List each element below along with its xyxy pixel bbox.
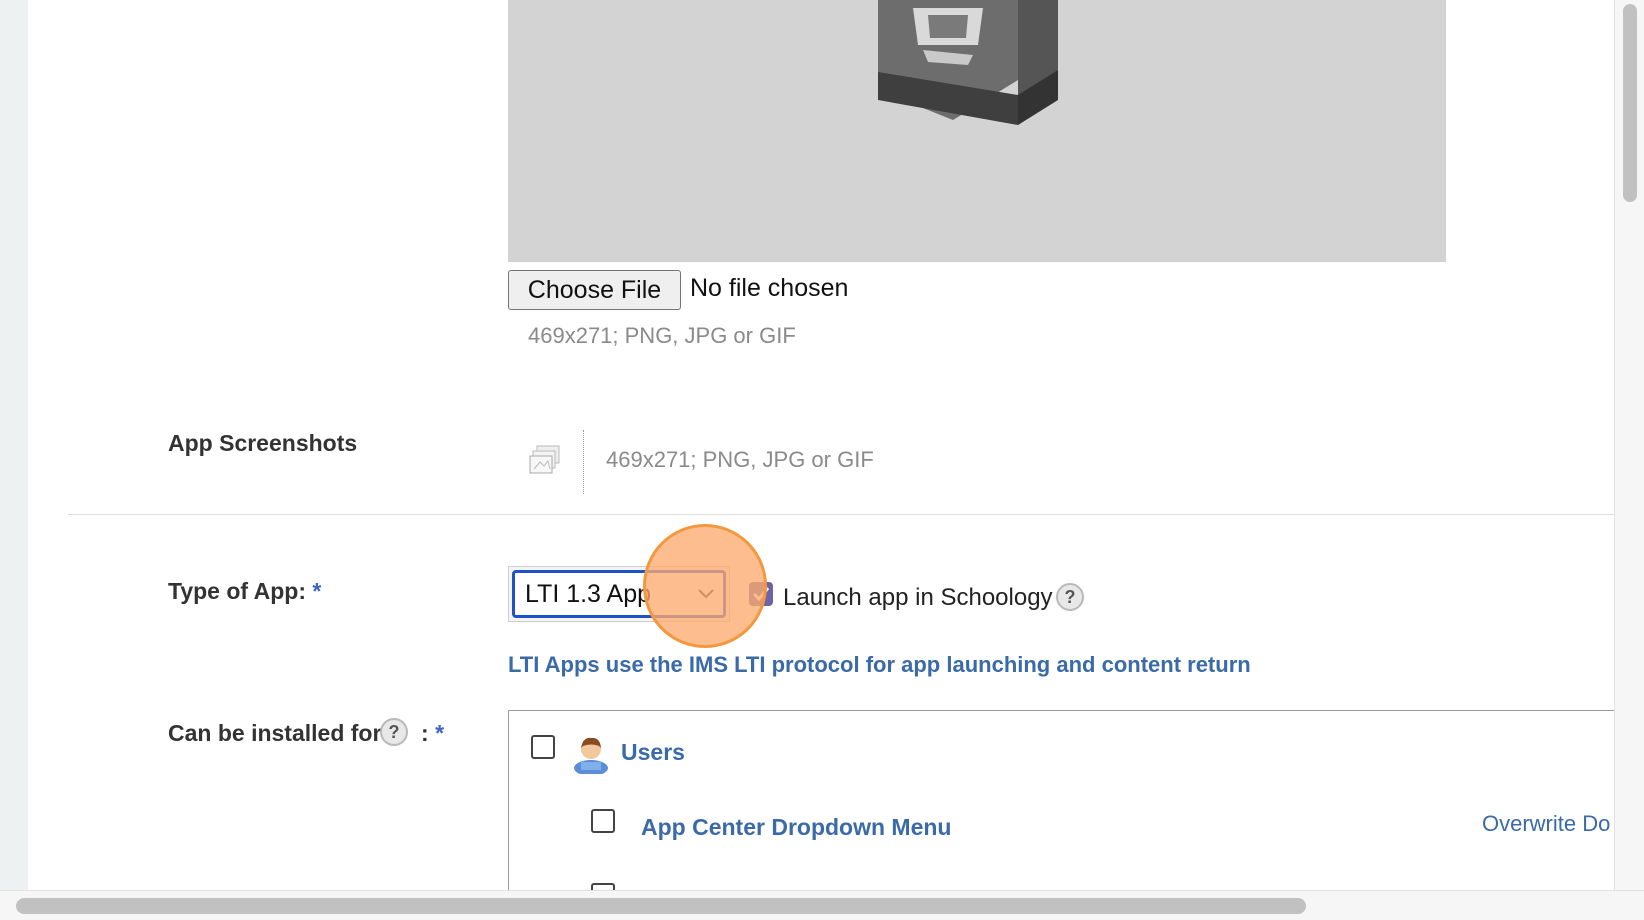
app-screenshots-hint: 469x271; PNG, JPG or GIF bbox=[606, 447, 874, 472]
app-settings-form: Choose File No file chosen 469x271; PNG,… bbox=[28, 0, 1614, 890]
choose-file-button[interactable]: Choose File bbox=[508, 270, 681, 310]
required-marker: * bbox=[435, 720, 445, 746]
checkmark-icon bbox=[752, 587, 770, 602]
vertical-scrollbar[interactable] bbox=[1614, 0, 1644, 890]
horizontal-scrollbar-thumb[interactable] bbox=[16, 898, 1306, 914]
app-icon-hint: 469x271; PNG, JPG or GIF bbox=[528, 323, 796, 348]
app-screenshots-label: App Screenshots bbox=[168, 430, 358, 456]
image-upload-icon[interactable] bbox=[528, 444, 562, 476]
launch-in-schoology-checkbox[interactable] bbox=[749, 582, 773, 606]
lti-protocol-note: LTI Apps use the IMS LTI protocol for ap… bbox=[508, 652, 1251, 677]
overwrite-link[interactable]: Overwrite Do bbox=[1482, 811, 1610, 837]
vertical-scrollbar-thumb[interactable] bbox=[1623, 4, 1637, 202]
screenshot-divider bbox=[583, 430, 584, 494]
install-label-suffix: : * bbox=[421, 720, 445, 746]
type-of-app-select[interactable]: LTI 1.3 App bbox=[512, 570, 726, 618]
user-icon bbox=[574, 737, 608, 774]
chevron-down-icon bbox=[698, 589, 714, 599]
type-of-app-selected-value: LTI 1.3 App bbox=[525, 580, 652, 608]
type-of-app-label: Type of App: * bbox=[168, 578, 322, 604]
horizontal-scrollbar[interactable] bbox=[0, 890, 1644, 920]
launch-in-schoology-label[interactable]: Launch app in Schoology bbox=[783, 584, 1053, 612]
app-center-dropdown-link[interactable]: App Center Dropdown Menu bbox=[641, 814, 951, 841]
can-be-installed-for-label: Can be installed for bbox=[168, 720, 382, 746]
install-help-icon[interactable]: ? bbox=[380, 718, 408, 746]
users-link[interactable]: Users bbox=[621, 739, 685, 766]
required-marker: * bbox=[312, 578, 322, 604]
file-status-text: No file chosen bbox=[690, 274, 849, 302]
users-checkbox[interactable] bbox=[531, 735, 555, 759]
type-of-app-select-wrapper: LTI 1.3 App bbox=[508, 566, 730, 622]
section-divider bbox=[68, 514, 1614, 515]
app-icon-preview bbox=[508, 0, 1446, 262]
app-box-icon bbox=[878, 0, 1058, 125]
next-option-checkbox[interactable] bbox=[591, 883, 615, 890]
app-center-dropdown-checkbox[interactable] bbox=[591, 809, 615, 833]
launch-help-icon[interactable]: ? bbox=[1056, 583, 1084, 611]
install-targets-box: Users App Center Dropdown Menu Overwrite… bbox=[508, 710, 1614, 890]
